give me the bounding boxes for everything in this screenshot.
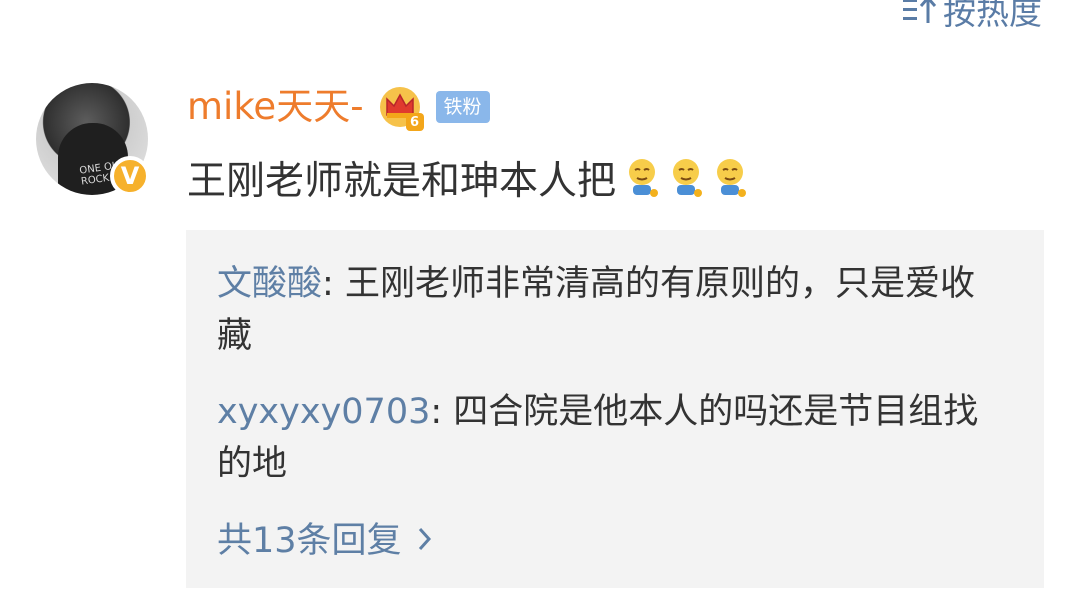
smirk-emoji-icon (712, 157, 748, 199)
sort-icon (901, 0, 937, 27)
comment-text-row: 王刚老师就是和珅本人把 (187, 150, 748, 206)
more-replies-link[interactable]: 共13条回复 (217, 512, 434, 563)
comment-author-row: mike天天- 6 铁粉 (187, 83, 490, 131)
username[interactable]: mike天天- (187, 83, 364, 131)
replies-panel[interactable]: 文酸酸: 王刚老师非常清高的有原则的，只是爱收藏 xyxyxy0703: 四合院… (186, 230, 1044, 588)
verified-badge-icon: V (110, 156, 150, 196)
chevron-right-icon (416, 523, 434, 553)
crown-level-icon[interactable]: 6 (378, 85, 424, 131)
more-replies-label: 共13条回复 (217, 521, 402, 561)
reply-separator: : (322, 264, 345, 304)
fan-badge[interactable]: 铁粉 (435, 91, 490, 123)
comment-text: 王刚老师就是和珅本人把 (187, 159, 617, 204)
reply-item[interactable]: xyxyxy0703: 四合院是他本人的吗还是节目组找的地 (217, 386, 1007, 490)
level-number: 6 (405, 113, 424, 131)
smirk-emoji-icon (668, 157, 704, 199)
sort-label: 按热度 (943, 0, 1042, 32)
reply-author[interactable]: 文酸酸 (217, 264, 322, 304)
reply-item[interactable]: 文酸酸: 王刚老师非常清高的有原则的，只是爱收藏 (217, 258, 1007, 362)
reply-author[interactable]: xyxyxy0703 (217, 392, 430, 432)
verified-mark: V (120, 162, 140, 190)
reply-separator: : (430, 392, 454, 432)
sort-by-hot-button[interactable]: 按热度 (901, 0, 1042, 34)
smirk-emoji-icon (624, 157, 660, 199)
